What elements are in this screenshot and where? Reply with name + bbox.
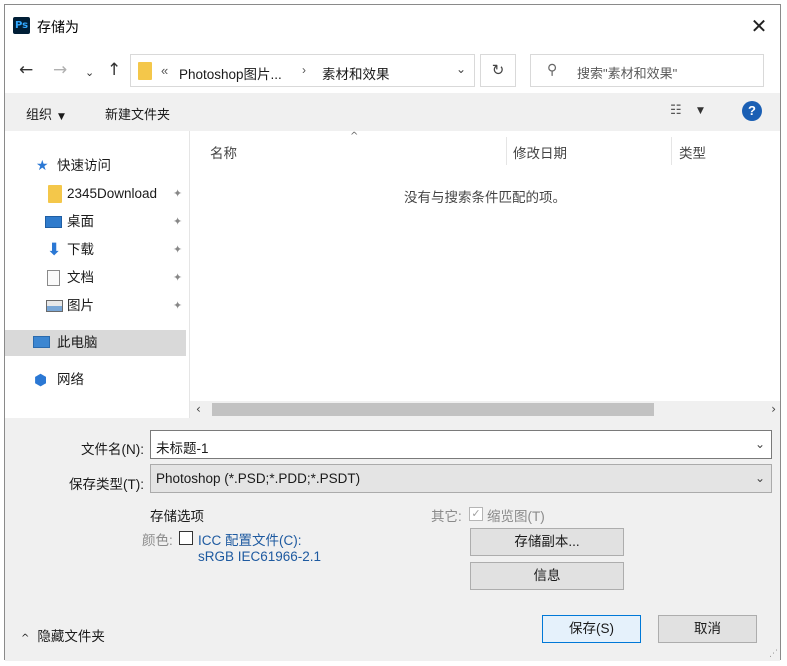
nav-label: 快速访问 bbox=[57, 158, 111, 173]
thumbnail-checkbox: ✓ bbox=[469, 507, 483, 521]
nav-label: 文档 bbox=[67, 270, 94, 285]
breadcrumb-materials-effects[interactable]: 素材和效果 bbox=[322, 63, 390, 83]
download-arrow-icon: ⬇ bbox=[47, 240, 62, 260]
hide-folders-label: 隐藏文件夹 bbox=[37, 629, 105, 644]
caret-down-icon: ▼ bbox=[58, 112, 65, 122]
thumbnail-label: 缩览图(T) bbox=[487, 509, 545, 524]
scroll-right-icon[interactable]: › bbox=[771, 401, 776, 418]
filetype-dropdown-chevron-icon[interactable]: ⌄ bbox=[755, 471, 765, 485]
dialog-title: 存储为 bbox=[37, 19, 79, 35]
empty-results-message: 没有与搜索条件匹配的项。 bbox=[404, 190, 566, 205]
nav-item-this-pc[interactable]: 此电脑 bbox=[5, 330, 186, 356]
navigation-pane: ★ 快速访问 2345Download ✦ 桌面 ✦ ⬇ 下载 ✦ 文档 ✦ 图… bbox=[5, 131, 189, 418]
star-icon: ★ bbox=[36, 158, 49, 174]
search-box[interactable]: ⚲ 搜索"素材和效果" bbox=[530, 54, 764, 87]
cancel-button[interactable]: 取消 bbox=[658, 615, 757, 643]
nav-label: 网络 bbox=[57, 372, 84, 387]
refresh-icon[interactable]: ↻ bbox=[480, 54, 516, 87]
nav-label: 图片 bbox=[67, 298, 94, 313]
column-header-date-modified[interactable]: 修改日期 bbox=[513, 142, 567, 162]
folder-icon bbox=[48, 185, 62, 203]
save-form: 文件名(N): 未标题-1 ⌄ 保存类型(T): Photoshop (*.PS… bbox=[5, 418, 780, 661]
toolbar: 组织 ▼ 新建文件夹 ☷ ▼ ? bbox=[5, 93, 780, 131]
icc-profile-name: sRGB IEC61966-2.1 bbox=[198, 549, 322, 564]
address-bar[interactable]: « Photoshop图片... › 素材和效果 ⌄ bbox=[130, 54, 475, 87]
up-arrow-icon[interactable]: ↑ bbox=[107, 60, 121, 80]
icc-profile-label[interactable]: ICC 配置文件(C): bbox=[198, 529, 302, 549]
filetype-label: 保存类型(T): bbox=[69, 477, 144, 492]
pictures-icon bbox=[46, 300, 63, 312]
nav-quick-access[interactable]: ★ 快速访问 bbox=[33, 153, 183, 179]
nav-label: 2345Download bbox=[67, 186, 158, 201]
nav-item-network[interactable]: ⬢ 网络 bbox=[33, 367, 183, 393]
other-label: 其它: bbox=[431, 509, 462, 524]
scroll-left-icon[interactable]: ‹ bbox=[196, 401, 201, 418]
new-folder-button[interactable]: 新建文件夹 bbox=[105, 104, 170, 123]
pin-icon[interactable]: ✦ bbox=[173, 237, 182, 263]
photoshop-app-icon: Ps bbox=[13, 17, 30, 34]
nav-label: 此电脑 bbox=[57, 335, 98, 350]
title-bar: Ps 存储为 ✕ bbox=[5, 5, 780, 45]
save-copy-button[interactable]: 存储副本... bbox=[470, 528, 624, 556]
nav-item-downloads[interactable]: ⬇ 下载 ✦ bbox=[45, 237, 189, 263]
breadcrumb-overflow[interactable]: « bbox=[161, 63, 168, 78]
save-options-heading: 存储选项 bbox=[150, 509, 204, 524]
computer-icon bbox=[33, 336, 50, 348]
document-icon bbox=[47, 270, 60, 286]
nav-label: 桌面 bbox=[67, 214, 94, 229]
filename-label: 文件名(N): bbox=[81, 442, 144, 457]
file-list[interactable]: ^ 名称 修改日期 类型 没有与搜索条件匹配的项。 bbox=[190, 131, 780, 401]
nav-item-documents[interactable]: 文档 ✦ bbox=[45, 265, 189, 291]
view-options-caret-icon[interactable]: ▼ bbox=[697, 106, 704, 116]
help-icon[interactable]: ? bbox=[742, 101, 762, 121]
filetype-value: Photoshop (*.PSD;*.PDD;*.PSDT) bbox=[156, 471, 361, 486]
search-icon: ⚲ bbox=[547, 62, 558, 78]
color-label: 颜色: bbox=[142, 533, 173, 548]
forward-arrow-icon[interactable]: → bbox=[53, 60, 67, 80]
pin-icon[interactable]: ✦ bbox=[173, 181, 182, 207]
save-as-dialog: Ps 存储为 ✕ ← → ⌄ ↑ « Photoshop图片... › 素材和效… bbox=[4, 4, 781, 661]
filename-value[interactable]: 未标题-1 bbox=[156, 437, 209, 457]
nav-item-2345download[interactable]: 2345Download ✦ bbox=[45, 181, 189, 207]
breadcrumb-chevron-icon[interactable]: › bbox=[302, 63, 306, 77]
icc-profile-checkbox[interactable] bbox=[179, 531, 193, 545]
organize-label: 组织 bbox=[26, 107, 53, 122]
close-button[interactable]: ✕ bbox=[746, 13, 772, 39]
info-button[interactable]: 信息 bbox=[470, 562, 624, 590]
organize-menu-button[interactable]: 组织 ▼ bbox=[26, 104, 65, 123]
pin-icon[interactable]: ✦ bbox=[173, 265, 182, 291]
filetype-select[interactable]: Photoshop (*.PSD;*.PDD;*.PSDT) ⌄ bbox=[150, 464, 772, 493]
resize-grip-icon[interactable]: ⋰ bbox=[769, 649, 778, 659]
scrollbar-thumb[interactable] bbox=[212, 403, 654, 416]
filename-input[interactable]: 未标题-1 ⌄ bbox=[150, 430, 772, 459]
view-options-icon[interactable]: ☷ bbox=[670, 103, 682, 118]
desktop-icon bbox=[45, 216, 62, 228]
hide-folders-toggle[interactable]: ^ 隐藏文件夹 bbox=[21, 625, 105, 645]
recent-locations-chevron-icon[interactable]: ⌄ bbox=[85, 63, 94, 83]
save-button[interactable]: 保存(S) bbox=[542, 615, 641, 643]
network-icon: ⬢ bbox=[34, 371, 48, 389]
nav-label: 下载 bbox=[67, 242, 94, 257]
folder-icon bbox=[138, 62, 152, 80]
nav-item-desktop[interactable]: 桌面 ✦ bbox=[45, 209, 189, 235]
horizontal-scrollbar[interactable]: ‹ › bbox=[190, 401, 780, 418]
back-arrow-icon[interactable]: ← bbox=[19, 60, 33, 80]
sort-ascending-icon: ^ bbox=[350, 131, 359, 142]
pin-icon[interactable]: ✦ bbox=[173, 293, 182, 319]
filename-dropdown-chevron-icon[interactable]: ⌄ bbox=[755, 437, 765, 451]
chevron-up-icon: ^ bbox=[21, 633, 30, 644]
pin-icon[interactable]: ✦ bbox=[173, 209, 182, 235]
column-header-name[interactable]: 名称 bbox=[210, 142, 237, 162]
nav-item-pictures[interactable]: 图片 ✦ bbox=[45, 293, 189, 319]
search-input[interactable]: 搜索"素材和效果" bbox=[577, 63, 677, 82]
column-divider[interactable] bbox=[671, 137, 672, 165]
column-header-type[interactable]: 类型 bbox=[679, 142, 706, 162]
breadcrumb-photoshop-images[interactable]: Photoshop图片... bbox=[179, 63, 282, 83]
address-dropdown-chevron-icon[interactable]: ⌄ bbox=[456, 62, 466, 76]
column-divider[interactable] bbox=[506, 137, 507, 165]
